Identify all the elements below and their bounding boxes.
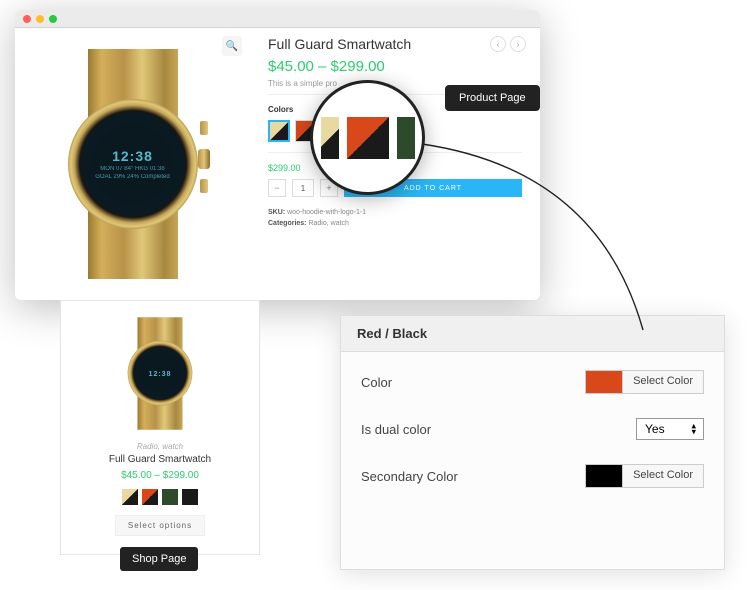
magnified-swatch: [347, 117, 389, 159]
secondary-label: Secondary Color: [361, 469, 458, 484]
shop-category: Radio, watch: [137, 442, 183, 451]
dual-label: Is dual color: [361, 422, 431, 437]
color-chip[interactable]: [585, 370, 623, 394]
shop-product-image[interactable]: 12:38: [120, 317, 201, 430]
magnified-swatch: [321, 117, 339, 159]
shop-swatches: [122, 489, 198, 505]
product-image: 12:38 MON 07 84° HKG 01:38 GOAL 29% 24% …: [48, 49, 218, 279]
minimize-icon[interactable]: [36, 15, 44, 23]
select-secondary-color-button[interactable]: Select Color: [623, 464, 704, 488]
color-swatch[interactable]: [182, 489, 198, 505]
zoom-icon[interactable]: 🔍: [222, 36, 242, 56]
close-icon[interactable]: [23, 15, 31, 23]
sku-label: SKU:: [268, 209, 285, 216]
next-product-button[interactable]: ›: [510, 36, 526, 52]
categories-value: Radio, watch: [308, 220, 348, 227]
qty-value[interactable]: 1: [292, 179, 314, 197]
shop-page-card: 12:38 Radio, watch Full Guard Smartwatch…: [60, 300, 260, 555]
categories-label: Categories:: [268, 220, 307, 227]
qty-decrease-button[interactable]: −: [268, 179, 286, 197]
color-row: Color Select Color: [361, 370, 704, 394]
price-range: $45.00 – $299.00: [268, 58, 522, 75]
color-swatch[interactable]: [268, 120, 290, 142]
color-swatch[interactable]: [122, 489, 138, 505]
color-swatch[interactable]: [162, 489, 178, 505]
dual-color-select[interactable]: Yes ▴▾: [636, 418, 704, 440]
watch-row2: GOAL 29% 24% Completed: [95, 174, 169, 180]
product-page-label: Product Page: [445, 85, 540, 111]
magnifier-lens: [310, 80, 425, 195]
titlebar: [15, 10, 540, 28]
magnified-swatch: [397, 117, 415, 159]
sku-value: woo-hoodie-with-logo-1-1: [287, 209, 366, 216]
product-image-area: 🔍 12:38 MON 07 84° HKG 01:38 GOAL 29% 24…: [15, 28, 250, 300]
color-swatch[interactable]: [142, 489, 158, 505]
maximize-icon[interactable]: [49, 15, 57, 23]
secondary-color-chip[interactable]: [585, 464, 623, 488]
prev-product-button[interactable]: ‹: [490, 36, 506, 52]
shop-title[interactable]: Full Guard Smartwatch: [109, 454, 211, 465]
chevron-updown-icon: ▴▾: [691, 423, 696, 436]
shop-page-label: Shop Page: [120, 547, 198, 571]
watch-row1: MON 07 84° HKG 01:38: [100, 166, 164, 172]
shop-price: $45.00 – $299.00: [121, 470, 199, 481]
secondary-color-row: Secondary Color Select Color: [361, 464, 704, 488]
watch-time: 12:38: [112, 148, 153, 164]
dual-color-row: Is dual color Yes ▴▾: [361, 418, 704, 440]
product-title: Full Guard Smartwatch: [268, 36, 522, 52]
select-options-button[interactable]: Select options: [115, 515, 205, 536]
connector-line: [418, 140, 708, 360]
select-color-button[interactable]: Select Color: [623, 370, 704, 394]
color-label: Color: [361, 375, 392, 390]
